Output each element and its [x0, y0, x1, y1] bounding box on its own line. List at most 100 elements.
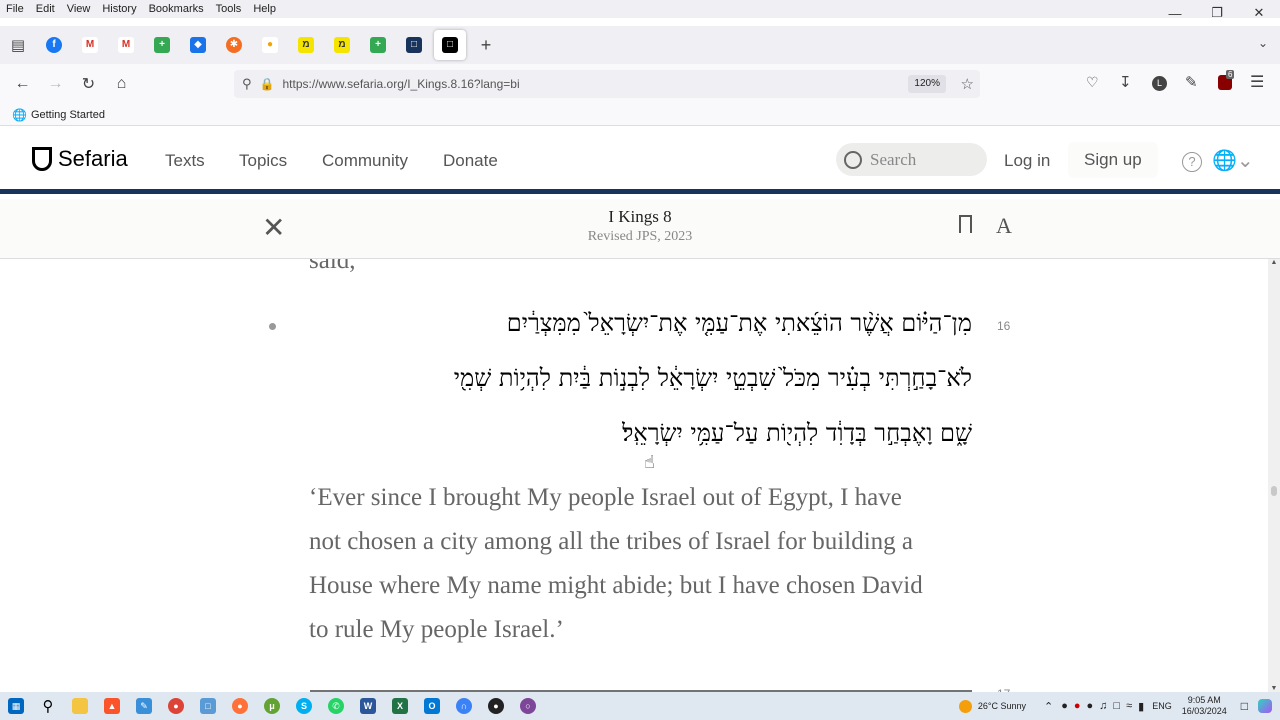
copilot-icon[interactable] — [1258, 699, 1272, 713]
bookmark-icon[interactable] — [959, 215, 972, 233]
obs-icon[interactable]: ● — [480, 692, 512, 720]
verse-number[interactable]: 16 — [997, 319, 1010, 333]
utorrent-icon[interactable]: μ — [256, 692, 288, 720]
pocket-icon[interactable]: ♡ — [1086, 74, 1099, 91]
taskbar-search-icon[interactable]: ⚲ — [32, 692, 64, 720]
tab-flame[interactable]: ● — [252, 26, 288, 64]
tray-security-icon[interactable]: ● — [1074, 700, 1081, 712]
login-link[interactable]: Log in — [1004, 151, 1050, 171]
system-tray: 26°C Sunny ⌃ ● ● ● ♫ □ ≈ ▮ ENG 9:05 AM 1… — [958, 692, 1280, 720]
english-line-2[interactable]: not chosen a city among all the tribes o… — [309, 520, 979, 564]
minimize-icon[interactable]: — — [1154, 0, 1196, 26]
tab-shield[interactable]: ◆ — [180, 26, 216, 64]
microphone-icon[interactable]: ● — [1087, 700, 1094, 712]
tab-orange-gear[interactable]: ✱ — [216, 26, 252, 64]
extensions-icon[interactable]: ✎ — [1185, 73, 1198, 91]
tab-gmail-2[interactable]: M — [108, 26, 144, 64]
tab-yellow-1[interactable]: מ — [288, 26, 324, 64]
nav-topics[interactable]: Topics — [239, 151, 287, 171]
bookmarks-bar: 🌐 Getting Started — [0, 104, 1280, 126]
menu-bar: File Edit View History Bookmarks Tools H… — [0, 0, 1280, 18]
weather-text[interactable]: 26°C Sunny — [978, 701, 1026, 711]
battery-icon[interactable]: ▮ — [1138, 700, 1144, 713]
font-size-icon[interactable]: A — [996, 213, 1012, 239]
brave-icon[interactable]: ▲ — [96, 692, 128, 720]
help-icon[interactable]: ? — [1182, 152, 1202, 172]
sefaria-logo[interactable]: Sefaria — [32, 146, 128, 172]
maximize-icon[interactable]: ❐ — [1196, 0, 1238, 26]
english-line-3[interactable]: House where My name might abide; but I h… — [309, 564, 979, 608]
new-tab-icon[interactable]: + — [468, 26, 504, 64]
close-window-icon[interactable]: ✕ — [1238, 0, 1280, 26]
notepad-icon[interactable]: ✎ — [128, 692, 160, 720]
signup-button[interactable]: Sign up — [1068, 142, 1158, 178]
tray-app-icon[interactable]: ● — [1061, 700, 1068, 712]
bookmark-star-icon[interactable]: ☆ — [961, 75, 974, 93]
url-bar[interactable]: ⚲ 🔒 https://www.sefaria.org/I_Kings.8.16… — [234, 70, 980, 98]
reader-subtitle[interactable]: Revised JPS, 2023 — [0, 229, 1280, 245]
shield-icon[interactable]: ⚲ — [242, 76, 252, 92]
excel-icon[interactable]: X — [384, 692, 416, 720]
whatsapp-icon[interactable]: ✆ — [320, 692, 352, 720]
url-text[interactable]: https://www.sefaria.org/I_Kings.8.16?lan… — [282, 77, 519, 91]
language-globe-icon[interactable]: 🌐⌄ — [1212, 148, 1254, 173]
zoom-level[interactable]: 120% — [908, 75, 946, 93]
menu-file[interactable]: File — [0, 3, 30, 15]
word-icon[interactable]: W — [352, 692, 384, 720]
downloads-icon[interactable]: ↧ — [1119, 73, 1132, 91]
menu-bookmarks[interactable]: Bookmarks — [143, 3, 210, 15]
search-box[interactable]: Search — [836, 143, 987, 176]
home-icon[interactable]: ⌂ — [105, 68, 138, 100]
clock[interactable]: 9:05 AM 16/03/2024 — [1182, 695, 1227, 717]
forward-arrow-icon[interactable]: → — [39, 68, 72, 100]
tab-gmail-1[interactable]: M — [72, 26, 108, 64]
tray-chevron-icon[interactable]: ⌃ — [1044, 700, 1053, 713]
chrome-icon[interactable]: ● — [160, 692, 192, 720]
tab-list-chevron-icon[interactable]: ⌄ — [1258, 36, 1268, 50]
network-icon[interactable]: □ — [1113, 700, 1120, 712]
tab-sefaria-1[interactable]: □ — [396, 26, 432, 64]
hamburger-menu-icon[interactable]: ☰ — [1250, 72, 1264, 92]
bookmark-getting-started[interactable]: Getting Started — [31, 109, 105, 121]
menu-help[interactable]: Help — [247, 3, 282, 15]
firefox-icon[interactable]: ● — [224, 692, 256, 720]
nav-texts[interactable]: Texts — [165, 151, 205, 171]
arc-icon[interactable]: ∩ — [448, 692, 480, 720]
monitor-icon[interactable]: □ — [192, 692, 224, 720]
language-indicator[interactable]: ENG — [1152, 701, 1172, 711]
lock-icon[interactable]: 🔒 — [260, 77, 275, 91]
notification-icon[interactable]: □ — [1241, 699, 1248, 713]
menu-edit[interactable]: Edit — [30, 3, 61, 15]
menu-history[interactable]: History — [96, 3, 142, 15]
english-line-4[interactable]: to rule My people Israel.’ — [309, 608, 979, 652]
scroll-up-arrow-icon[interactable]: ▲ — [1268, 259, 1280, 266]
start-windows-icon[interactable]: ▦ — [0, 692, 32, 720]
scroll-thumb[interactable] — [1271, 486, 1277, 496]
file-explorer-icon[interactable] — [64, 692, 96, 720]
skype-icon[interactable]: S — [288, 692, 320, 720]
hebrew-line-1[interactable]: מִן־הַיּ֗וֹם אֲשֶׁ֨ר הוֹצֵ֜אתִי אֶת־עַמִ… — [300, 309, 972, 338]
tor-icon[interactable]: ○ — [512, 692, 544, 720]
tab-facebook[interactable]: f — [36, 26, 72, 64]
outlook-icon[interactable]: O — [416, 692, 448, 720]
tab-yellow-2[interactable]: מ — [324, 26, 360, 64]
wifi-icon[interactable]: ≈ — [1126, 700, 1132, 712]
menu-view[interactable]: View — [61, 3, 97, 15]
tab-overview-icon[interactable]: ▤ — [0, 26, 36, 64]
hebrew-line-2[interactable]: לֹא־בָחַ֣רְתִּי בְעִ֗יר מִכֹּל֙ שִׁבְטֵ֣… — [300, 364, 972, 393]
tab-sefaria-active[interactable]: □ — [434, 30, 466, 60]
nav-community[interactable]: Community — [322, 151, 408, 171]
page-scrollbar[interactable]: ▲ ▼ — [1268, 259, 1280, 692]
scroll-down-arrow-icon[interactable]: ▼ — [1268, 685, 1280, 692]
reload-icon[interactable]: ↻ — [72, 68, 105, 100]
tab-green-plus-1[interactable]: + — [144, 26, 180, 64]
hebrew-line-3[interactable]: שָׁ֑ם וָאֶבְחַ֣ר בְּדָוִ֔ד לִהְי֖וֹת עַל… — [300, 419, 972, 448]
menu-tools[interactable]: Tools — [210, 3, 248, 15]
reader-title[interactable]: I Kings 8 — [0, 207, 1280, 227]
account-icon[interactable]: L — [1152, 76, 1167, 91]
speaker-icon[interactable]: ♫ — [1099, 700, 1107, 712]
nav-donate[interactable]: Donate — [443, 151, 498, 171]
tab-green-plus-2[interactable]: + — [360, 26, 396, 64]
english-line-1[interactable]: ‘Ever since I brought My people Israel o… — [309, 476, 979, 520]
back-arrow-icon[interactable]: ← — [6, 68, 39, 100]
